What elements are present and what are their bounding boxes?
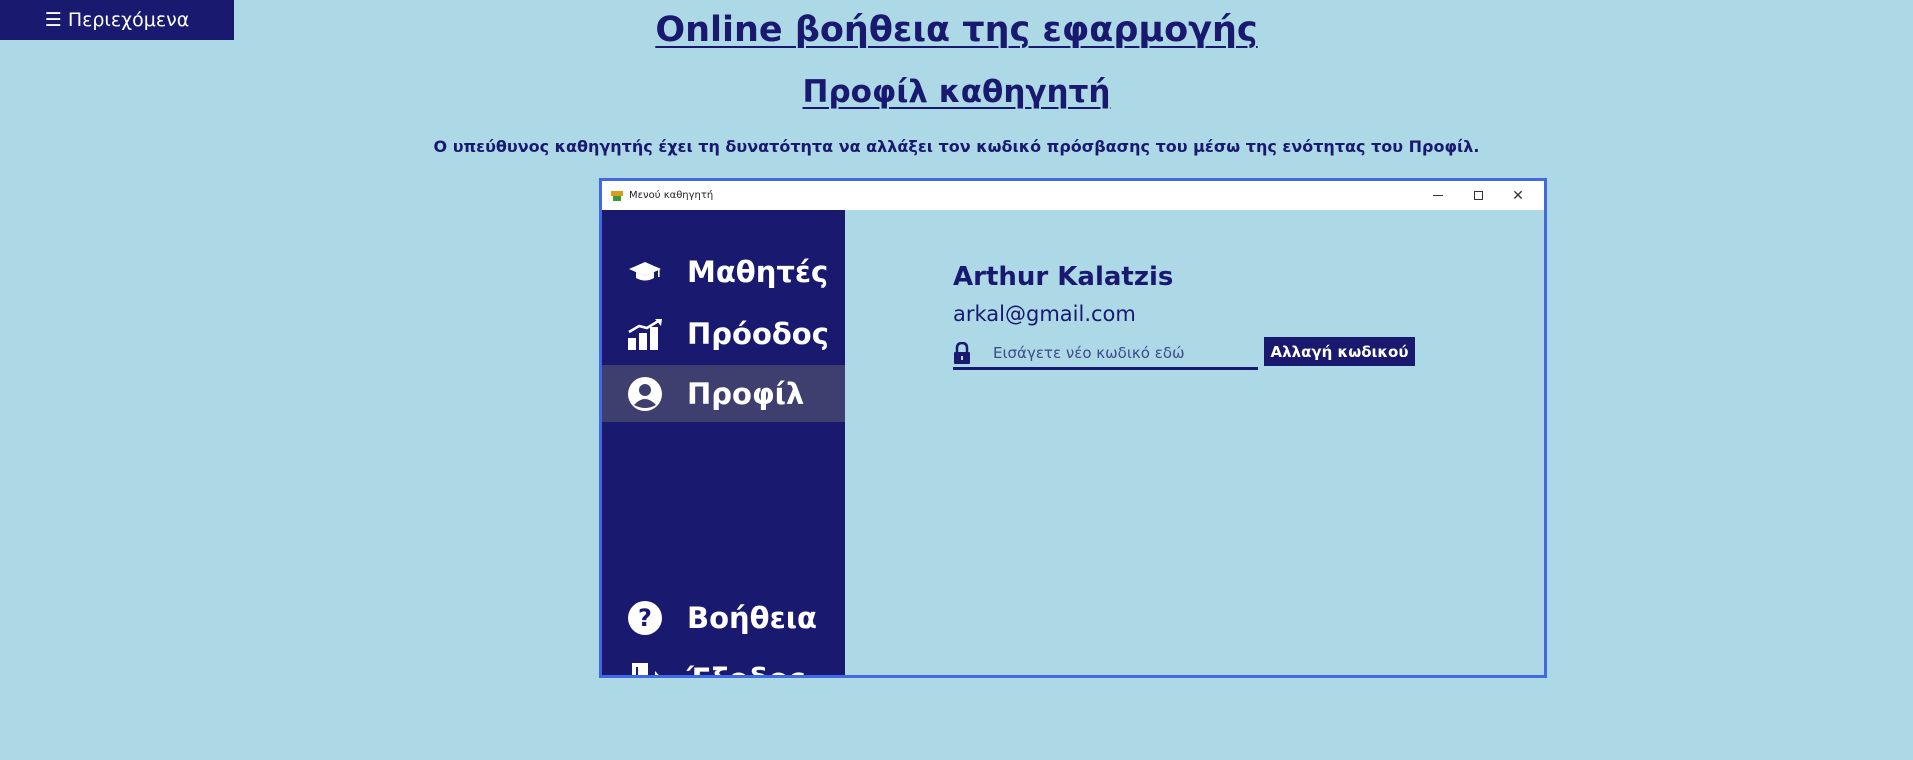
page-title: Online βοήθεια της εφαρμογής xyxy=(655,10,1258,50)
profile-panel: Arthur Kalatzis arkal@gmail.com Αλλαγή κ… xyxy=(845,210,1544,675)
progress-chart-icon xyxy=(627,316,663,352)
sidebar-item-label: Πρόοδος xyxy=(687,316,829,351)
sidebar: Μαθητές Πρόοδος Προφίλ ? Βοήθεια xyxy=(602,210,845,676)
maximize-icon[interactable] xyxy=(1458,181,1498,210)
sidebar-item-label: Έξοδος xyxy=(687,662,806,676)
svg-text:?: ? xyxy=(638,604,652,632)
graduation-cap-icon xyxy=(627,254,663,290)
section-description: Ο υπεύθυνος καθηγητής έχει τη δυνατότητα… xyxy=(433,137,1480,156)
password-field-row xyxy=(953,339,1258,370)
lock-icon xyxy=(953,342,971,364)
window-controls: ✕ xyxy=(1418,181,1538,210)
sidebar-item-students[interactable]: Μαθητές xyxy=(602,243,845,300)
exit-door-icon xyxy=(627,661,663,675)
window-title: Μενού καθηγητή xyxy=(629,190,714,201)
user-name: Arthur Kalatzis xyxy=(953,262,1174,292)
window-titlebar: Μενού καθηγητή ✕ xyxy=(602,181,1544,210)
app-logo-icon xyxy=(611,190,623,201)
sidebar-item-progress[interactable]: Πρόοδος xyxy=(602,305,845,362)
sidebar-item-label: Μαθητές xyxy=(687,254,829,289)
app-screenshot-figure: Μενού καθηγητή ✕ Μαθητές Πρόοδος Προφίλ … xyxy=(599,178,1547,678)
close-icon[interactable]: ✕ xyxy=(1498,181,1538,210)
minimize-icon[interactable] xyxy=(1418,181,1458,210)
change-password-button[interactable]: Αλλαγή κωδικού xyxy=(1264,337,1415,366)
section-title: Προφίλ καθηγητή xyxy=(802,74,1111,110)
user-email: arkal@gmail.com xyxy=(953,302,1136,326)
user-circle-icon xyxy=(627,376,663,412)
sidebar-item-profile[interactable]: Προφίλ xyxy=(602,365,845,422)
sidebar-item-help[interactable]: ? Βοήθεια xyxy=(602,589,845,646)
help-circle-icon: ? xyxy=(627,600,663,636)
sidebar-item-label: Βοήθεια xyxy=(687,600,817,635)
sidebar-item-exit[interactable]: Έξοδος xyxy=(602,650,845,676)
sidebar-item-label: Προφίλ xyxy=(687,376,805,411)
new-password-input[interactable] xyxy=(991,343,1250,363)
